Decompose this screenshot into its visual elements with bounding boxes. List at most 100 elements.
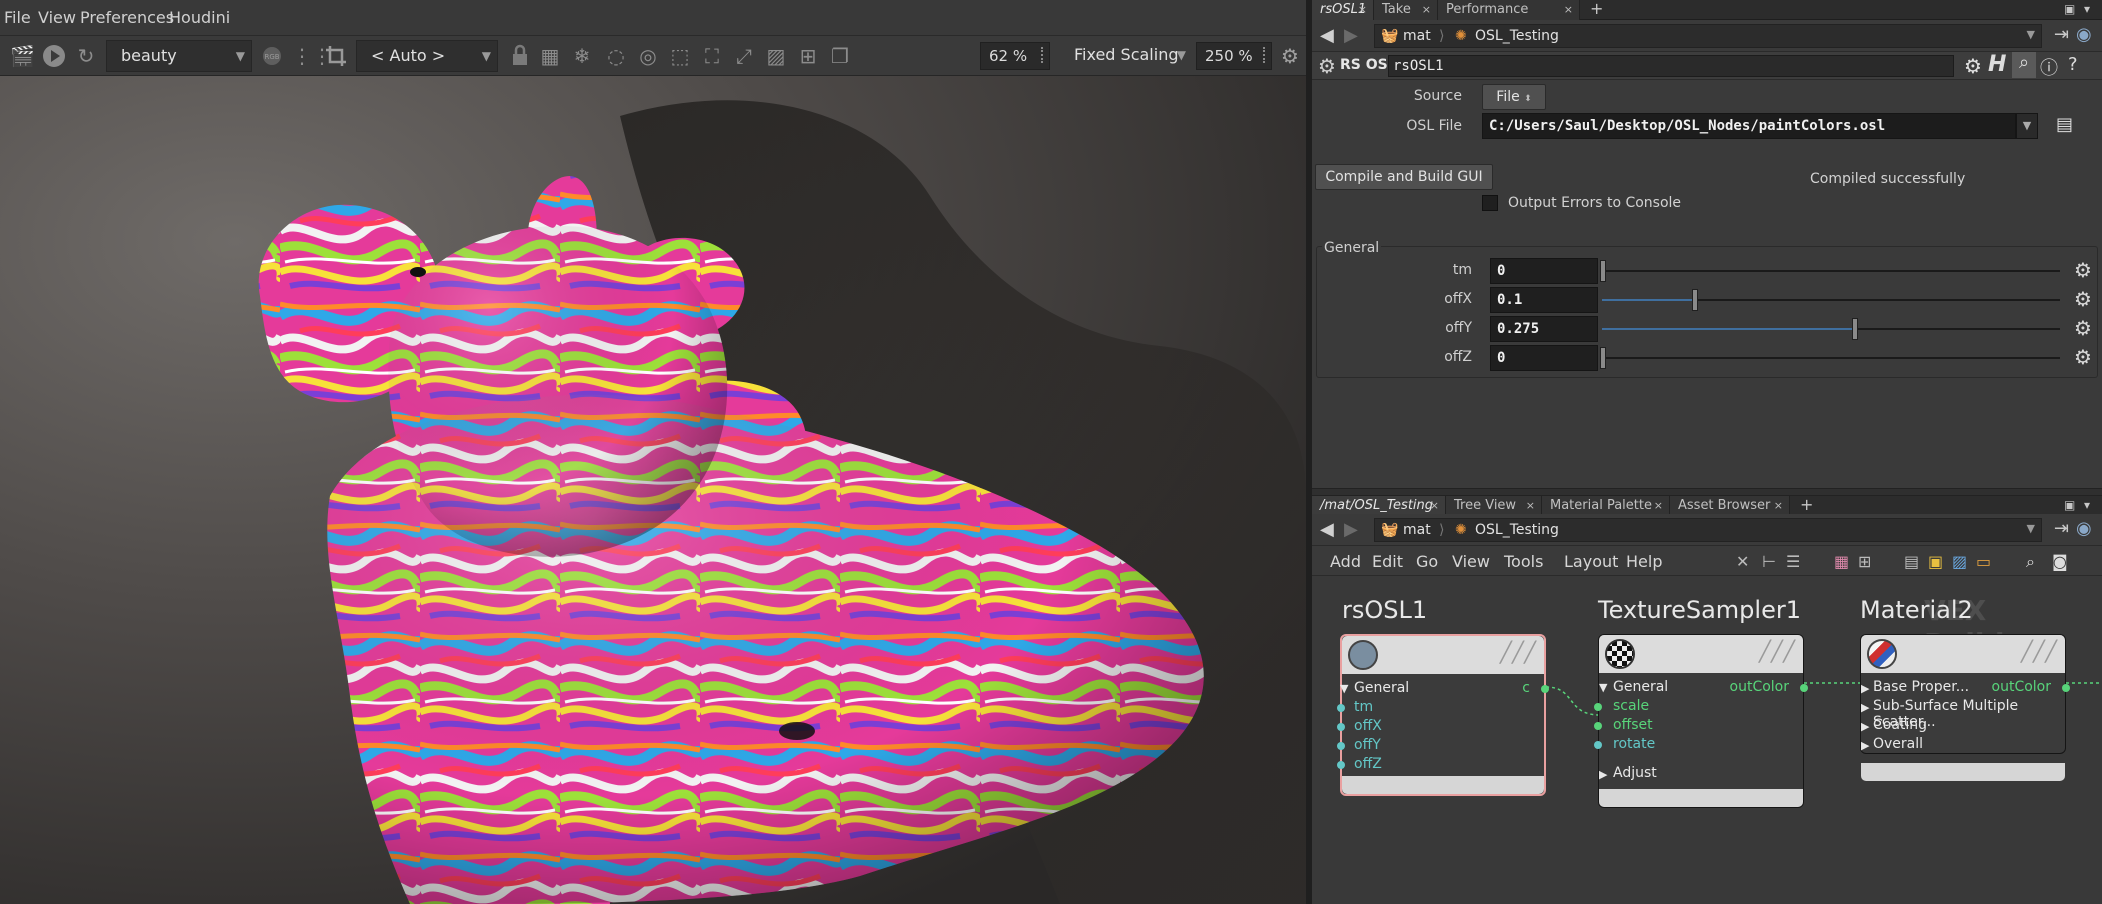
maximize-icon[interactable]: ▣ — [2064, 496, 2075, 514]
param-slider-handle[interactable] — [1600, 347, 1606, 369]
param-input-3[interactable]: 0 — [1490, 345, 1598, 371]
collapsed-triangle-icon[interactable]: ▶ — [1861, 701, 1869, 714]
expand-icon[interactable]: ⤢ — [732, 44, 756, 68]
collapsed-triangle-icon[interactable]: ▶ — [1861, 739, 1869, 752]
node-flags[interactable]: ╱╱╱ — [2021, 639, 2057, 663]
node-texturesampler1[interactable]: ╱╱╱ ▼ General outColor scale offset rota… — [1594, 634, 1808, 808]
source-dropdown[interactable]: File ⬍ — [1482, 84, 1546, 110]
spin-handle[interactable] — [1041, 47, 1045, 63]
play-render-icon[interactable] — [42, 44, 66, 68]
compile-build-button[interactable]: Compile and Build GUI — [1315, 164, 1493, 190]
path-node[interactable]: OSL_Testing — [1475, 522, 1559, 538]
node-flags[interactable]: ╱╱╱ — [1759, 639, 1795, 663]
camera-select[interactable]: < Auto > ▼ — [356, 40, 498, 72]
grid-view-icon[interactable]: ⊞ — [1858, 552, 1871, 571]
close-icon[interactable]: × — [1774, 496, 1783, 516]
tab-take-list[interactable]: Take List × — [1374, 0, 1438, 37]
aov-select[interactable]: beauty ▼ — [106, 40, 252, 72]
net-menu-go[interactable]: Go — [1416, 552, 1438, 571]
help-h-icon[interactable]: H — [1988, 52, 2006, 77]
path-root[interactable]: mat — [1403, 522, 1431, 538]
input-port[interactable] — [1594, 741, 1602, 749]
collapsed-triangle-icon[interactable]: ▶ — [1599, 768, 1607, 781]
input-port[interactable] — [1337, 761, 1345, 769]
pane-splitter[interactable] — [1312, 488, 2102, 496]
wrench-icon[interactable]: ✕ — [1736, 552, 1749, 571]
param-input-1[interactable]: 0.1 — [1490, 287, 1598, 313]
param-slider-track[interactable] — [1602, 357, 2060, 359]
forward-arrow-icon[interactable]: ▶ — [1344, 25, 1358, 46]
search-icon[interactable]: ⌕ — [2026, 552, 2035, 572]
crop-icon[interactable] — [324, 44, 348, 68]
gear-icon[interactable]: ⚙ — [2074, 316, 2092, 340]
chevron-down-icon[interactable]: ▼ — [2016, 113, 2038, 139]
param-slider-handle[interactable] — [1852, 318, 1858, 340]
node-rsosl1[interactable]: ╱╱╱ ▼ General c tm offX offY offZ — [1337, 634, 1549, 796]
node-flags[interactable]: ╱╱╱ — [1500, 640, 1536, 664]
node-title-material2[interactable]: Material2 — [1860, 596, 1973, 624]
expand-triangle-icon[interactable]: ▼ — [1340, 682, 1348, 695]
tab-performance-monitor[interactable]: Performance Monitor × — [1438, 0, 1580, 37]
fit-icon[interactable]: ⛶ — [700, 44, 724, 68]
menu-file[interactable]: File — [4, 8, 31, 27]
node-title-rsosl1[interactable]: rsOSL1 — [1342, 596, 1427, 624]
tiles-icon[interactable]: ▦ — [538, 44, 562, 68]
net-menu-help[interactable]: Help — [1626, 552, 1662, 571]
close-icon[interactable]: × — [1564, 0, 1573, 20]
net-menu-view[interactable]: View — [1452, 552, 1490, 571]
tab-tree-view[interactable]: Tree View × — [1446, 496, 1542, 516]
input-port[interactable] — [1337, 723, 1345, 731]
camera-icon[interactable]: ◙ — [2052, 552, 2068, 571]
param-input-0[interactable]: 0 — [1490, 258, 1598, 284]
gear-icon[interactable]: ⚙ — [2074, 258, 2092, 282]
net-menu-add[interactable]: Add — [1330, 552, 1361, 571]
rgb-channel-icon[interactable]: RGB — [260, 46, 284, 70]
link-icon[interactable]: ◉ — [2076, 24, 2092, 45]
input-port[interactable] — [1594, 722, 1602, 730]
notes-icon[interactable]: ▤ — [1904, 552, 1919, 571]
chevron-down-icon[interactable]: ▼ — [2027, 522, 2035, 535]
back-arrow-icon[interactable]: ◀ — [1320, 25, 1334, 46]
list-icon[interactable]: ☰ — [1786, 552, 1800, 571]
param-input-2[interactable]: 0.275 — [1490, 316, 1598, 342]
collapsed-triangle-icon[interactable]: ▶ — [1861, 720, 1869, 733]
scaling-select[interactable]: Fixed Scaling ▼ — [1060, 40, 1192, 72]
path-field[interactable]: 🧺 mat ⟩ ✺ OSL_Testing ▼ — [1374, 518, 2042, 542]
osl-file-input[interactable]: C:/Users/Saul/Desktop/OSL_Nodes/paintCol… — [1482, 113, 2016, 139]
add-tab-icon[interactable]: + — [1800, 496, 1813, 514]
pin-icon[interactable]: ⇥ — [2054, 24, 2069, 45]
lock-icon[interactable] — [508, 44, 532, 68]
tab-material-palette[interactable]: Material Palette × — [1542, 496, 1670, 516]
back-arrow-icon[interactable]: ◀ — [1320, 519, 1334, 540]
collapsed-triangle-icon[interactable]: ▶ — [1861, 682, 1869, 695]
expand-triangle-icon[interactable]: ▼ — [1599, 681, 1607, 694]
grid-icon[interactable]: ⋮⋮ — [292, 44, 332, 68]
param-slider-track[interactable] — [1602, 270, 2060, 272]
maximize-icon[interactable]: ▣ — [2064, 0, 2075, 18]
gear-icon[interactable]: ⚙ — [2074, 287, 2092, 311]
file-browse-icon[interactable]: ▤ — [2056, 114, 2073, 135]
path-node[interactable]: OSL_Testing — [1475, 28, 1559, 44]
copy-icon[interactable]: ❐ — [828, 44, 852, 68]
scale-field[interactable]: 250 % — [1196, 42, 1272, 70]
gear-icon[interactable]: ⚙ — [2074, 345, 2092, 369]
zoom-field[interactable]: 62 % — [980, 42, 1050, 70]
image-icon[interactable]: ▨ — [764, 44, 788, 68]
path-field[interactable]: 🧺 mat ⟩ ✺ OSL_Testing ▼ — [1374, 24, 2042, 48]
close-icon[interactable]: × — [1422, 0, 1431, 20]
net-menu-layout[interactable]: Layout — [1564, 552, 1618, 571]
gear-icon[interactable]: ⚙ — [1278, 44, 1302, 68]
spin-handle[interactable] — [1263, 47, 1267, 63]
color-palette-icon[interactable]: ▦ — [1834, 552, 1849, 571]
gear-icon[interactable]: ⚙ — [1964, 54, 1982, 78]
menu-houdini[interactable]: Houdini — [169, 8, 230, 27]
box-icon[interactable]: ▭ — [1976, 552, 1991, 571]
close-icon[interactable]: × — [1654, 496, 1663, 516]
clapper-icon[interactable]: 🎬 — [10, 44, 35, 68]
param-slider-handle[interactable] — [1692, 289, 1698, 311]
link-icon[interactable]: ◉ — [2076, 518, 2092, 539]
close-icon[interactable]: × — [1358, 0, 1367, 20]
pane-menu-icon[interactable]: ▾ — [2084, 0, 2090, 18]
node-material2[interactable]: ╱╱╱ ▶ Base Proper... outColor ▶ Sub-Surf… — [1860, 634, 2070, 781]
close-icon[interactable]: × — [1526, 496, 1535, 516]
